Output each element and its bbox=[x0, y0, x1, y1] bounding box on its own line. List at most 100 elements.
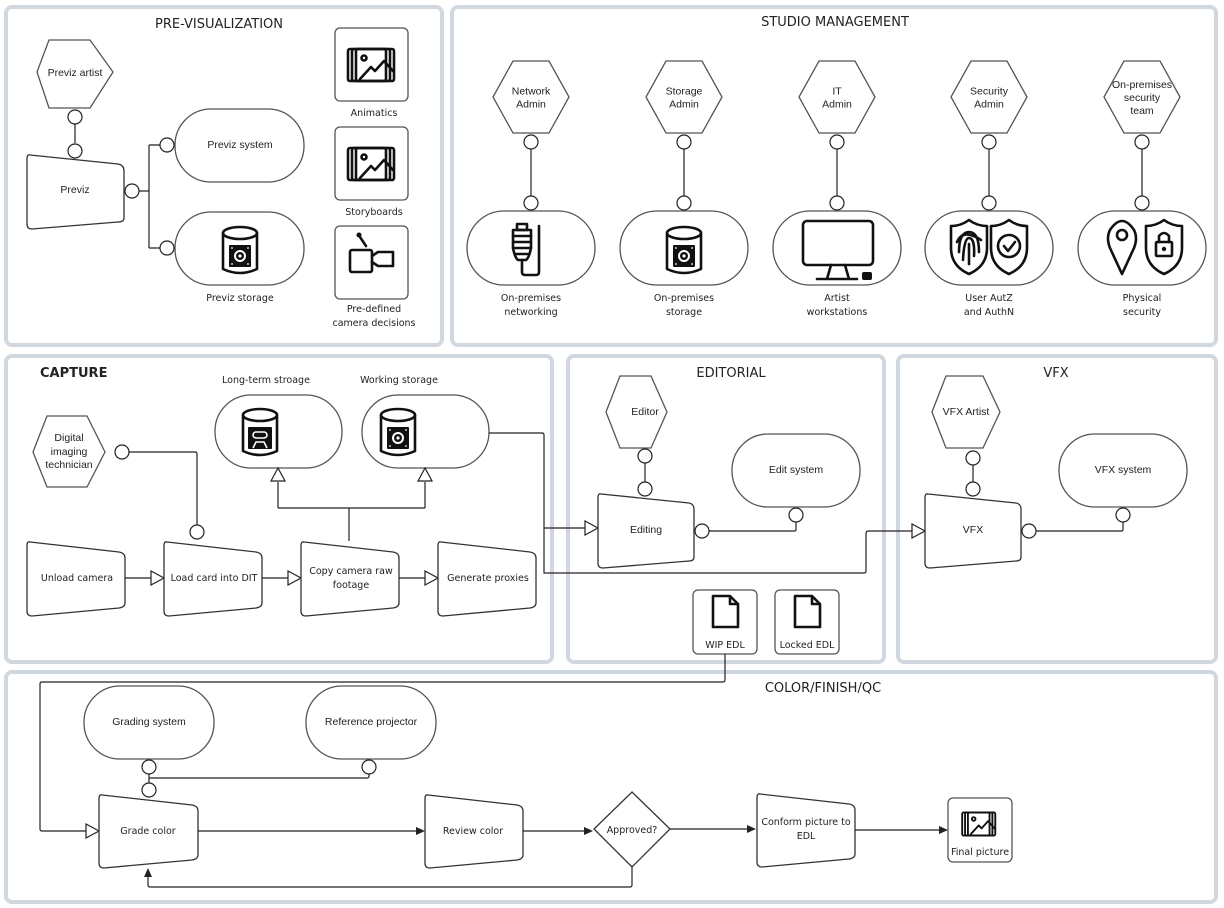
actor-label: Storage bbox=[666, 86, 703, 98]
actor-label: security bbox=[1124, 92, 1161, 104]
port-circle bbox=[1115, 507, 1131, 523]
grading-system[interactable]: Grading system bbox=[83, 685, 215, 760]
panel-title-editorial: EDITORIAL bbox=[696, 366, 766, 381]
studio-resource[interactable] bbox=[924, 210, 1054, 286]
port-circle bbox=[788, 507, 804, 523]
system-label: Previz system bbox=[207, 139, 273, 151]
actor-label: IT bbox=[832, 86, 842, 98]
actor-label: Security bbox=[970, 86, 1009, 98]
asset-tile bbox=[334, 126, 409, 201]
actor-label: imaging bbox=[51, 446, 88, 458]
port-circle bbox=[114, 444, 130, 460]
working-storage-label: Working storage bbox=[360, 375, 438, 386]
process-label: VFX bbox=[963, 524, 983, 536]
system-label: Edit system bbox=[769, 464, 824, 476]
resource-label: storage bbox=[666, 307, 702, 318]
process-label: Generate proxies bbox=[447, 573, 529, 584]
actor-label: Network bbox=[512, 86, 551, 98]
port-circle bbox=[1134, 195, 1150, 211]
final-picture-asset[interactable]: Final picture bbox=[947, 797, 1013, 863]
port-circle bbox=[159, 240, 175, 256]
resource-pill bbox=[924, 210, 1054, 286]
vfx-process[interactable]: VFX bbox=[924, 493, 1022, 569]
actor-label: Digital bbox=[54, 432, 83, 444]
port-circle bbox=[67, 143, 83, 159]
port-circle bbox=[676, 134, 692, 150]
asset-label: Storyboards bbox=[345, 207, 403, 218]
storage-pill bbox=[214, 394, 343, 469]
resource-label: Artist bbox=[824, 293, 850, 304]
port-circle bbox=[124, 183, 140, 199]
process-label: Copy camera raw bbox=[309, 566, 393, 577]
process-label: Editing bbox=[630, 524, 662, 536]
resource-label: and AuthN bbox=[964, 307, 1014, 318]
port-circle bbox=[981, 134, 997, 150]
port-circle bbox=[141, 782, 157, 798]
asset-tile bbox=[334, 27, 409, 102]
resource-label: On-premises bbox=[501, 293, 561, 304]
capture-step-3[interactable]: Generate proxies bbox=[437, 541, 537, 617]
decision-label: Approved? bbox=[607, 825, 658, 836]
actor-label: Admin bbox=[669, 99, 699, 111]
document-label: Locked EDL bbox=[780, 640, 836, 651]
port-circle bbox=[981, 195, 997, 211]
conform-picture-process[interactable]: Conform picture to EDL bbox=[756, 793, 856, 868]
process-label: Conform picture to bbox=[761, 817, 851, 828]
process-label: EDL bbox=[797, 831, 816, 842]
port-circle bbox=[159, 137, 175, 153]
port-circle bbox=[637, 448, 653, 464]
actor-label: technician bbox=[45, 459, 92, 471]
capture-step-1[interactable]: Load card into DIT bbox=[163, 541, 263, 617]
previz-system[interactable]: Previz system bbox=[174, 108, 305, 183]
actor-label: team bbox=[1130, 105, 1154, 117]
panel-title-vfx: VFX bbox=[1043, 366, 1068, 381]
actor-label: Editor bbox=[631, 406, 659, 418]
process-label: Load card into DIT bbox=[171, 573, 258, 584]
asset-label: Animatics bbox=[351, 108, 398, 119]
port-circle bbox=[637, 481, 653, 497]
process-label: Unload camera bbox=[41, 573, 113, 584]
port-circle bbox=[1021, 523, 1037, 539]
port-circle bbox=[1134, 134, 1150, 150]
process-label: Previz bbox=[60, 184, 89, 196]
resource-label: networking bbox=[504, 307, 557, 318]
port-circle bbox=[694, 523, 710, 539]
process-shape bbox=[300, 541, 400, 617]
asset-label: Pre-defined bbox=[347, 304, 401, 315]
studio-resource[interactable] bbox=[1077, 210, 1207, 286]
long-term-storage-label: Long-term stroage bbox=[222, 375, 310, 386]
process-label: footage bbox=[333, 580, 370, 591]
studio-resource[interactable] bbox=[466, 210, 596, 286]
working-storage[interactable] bbox=[361, 394, 490, 469]
port-circle bbox=[361, 759, 377, 775]
resource-label: Physical bbox=[1123, 293, 1162, 304]
edit-system[interactable]: Edit system bbox=[731, 433, 861, 508]
actor-label: Admin bbox=[974, 99, 1004, 111]
storage-label: Previz storage bbox=[206, 293, 274, 304]
document-label: WIP EDL bbox=[705, 640, 745, 651]
editing-process[interactable]: Editing bbox=[597, 493, 695, 569]
previz-process[interactable]: Previz bbox=[26, 154, 125, 230]
review-color-process[interactable]: Review color bbox=[424, 794, 524, 869]
port-circle bbox=[676, 195, 692, 211]
actor-label: Admin bbox=[822, 99, 852, 111]
document-wip-edl[interactable]: WIP EDL bbox=[692, 589, 758, 655]
resource-label: security bbox=[1123, 307, 1161, 318]
document-locked-edl[interactable]: Locked EDL bbox=[774, 589, 840, 655]
resource-label: On-premises bbox=[654, 293, 714, 304]
grade-color-process[interactable]: Grade color bbox=[98, 794, 199, 869]
asset-label: Final picture bbox=[951, 847, 1009, 858]
actor-label: Previz artist bbox=[48, 67, 103, 79]
studio-resource[interactable] bbox=[772, 210, 902, 286]
reference-projector[interactable]: Reference projector bbox=[305, 685, 437, 760]
vfx-system[interactable]: VFX system bbox=[1058, 433, 1188, 508]
long-term-storage[interactable] bbox=[214, 394, 343, 469]
resource-pill bbox=[1077, 210, 1207, 286]
capture-step-0[interactable]: Unload camera bbox=[26, 541, 126, 617]
port-circle bbox=[141, 759, 157, 775]
system-label: Grading system bbox=[112, 716, 186, 728]
resource-label: workstations bbox=[807, 307, 868, 318]
studio-resource[interactable] bbox=[619, 210, 749, 286]
panel-title-capture: CAPTURE bbox=[40, 366, 107, 381]
capture-step-2[interactable]: Copy camera raw footage bbox=[300, 541, 400, 617]
